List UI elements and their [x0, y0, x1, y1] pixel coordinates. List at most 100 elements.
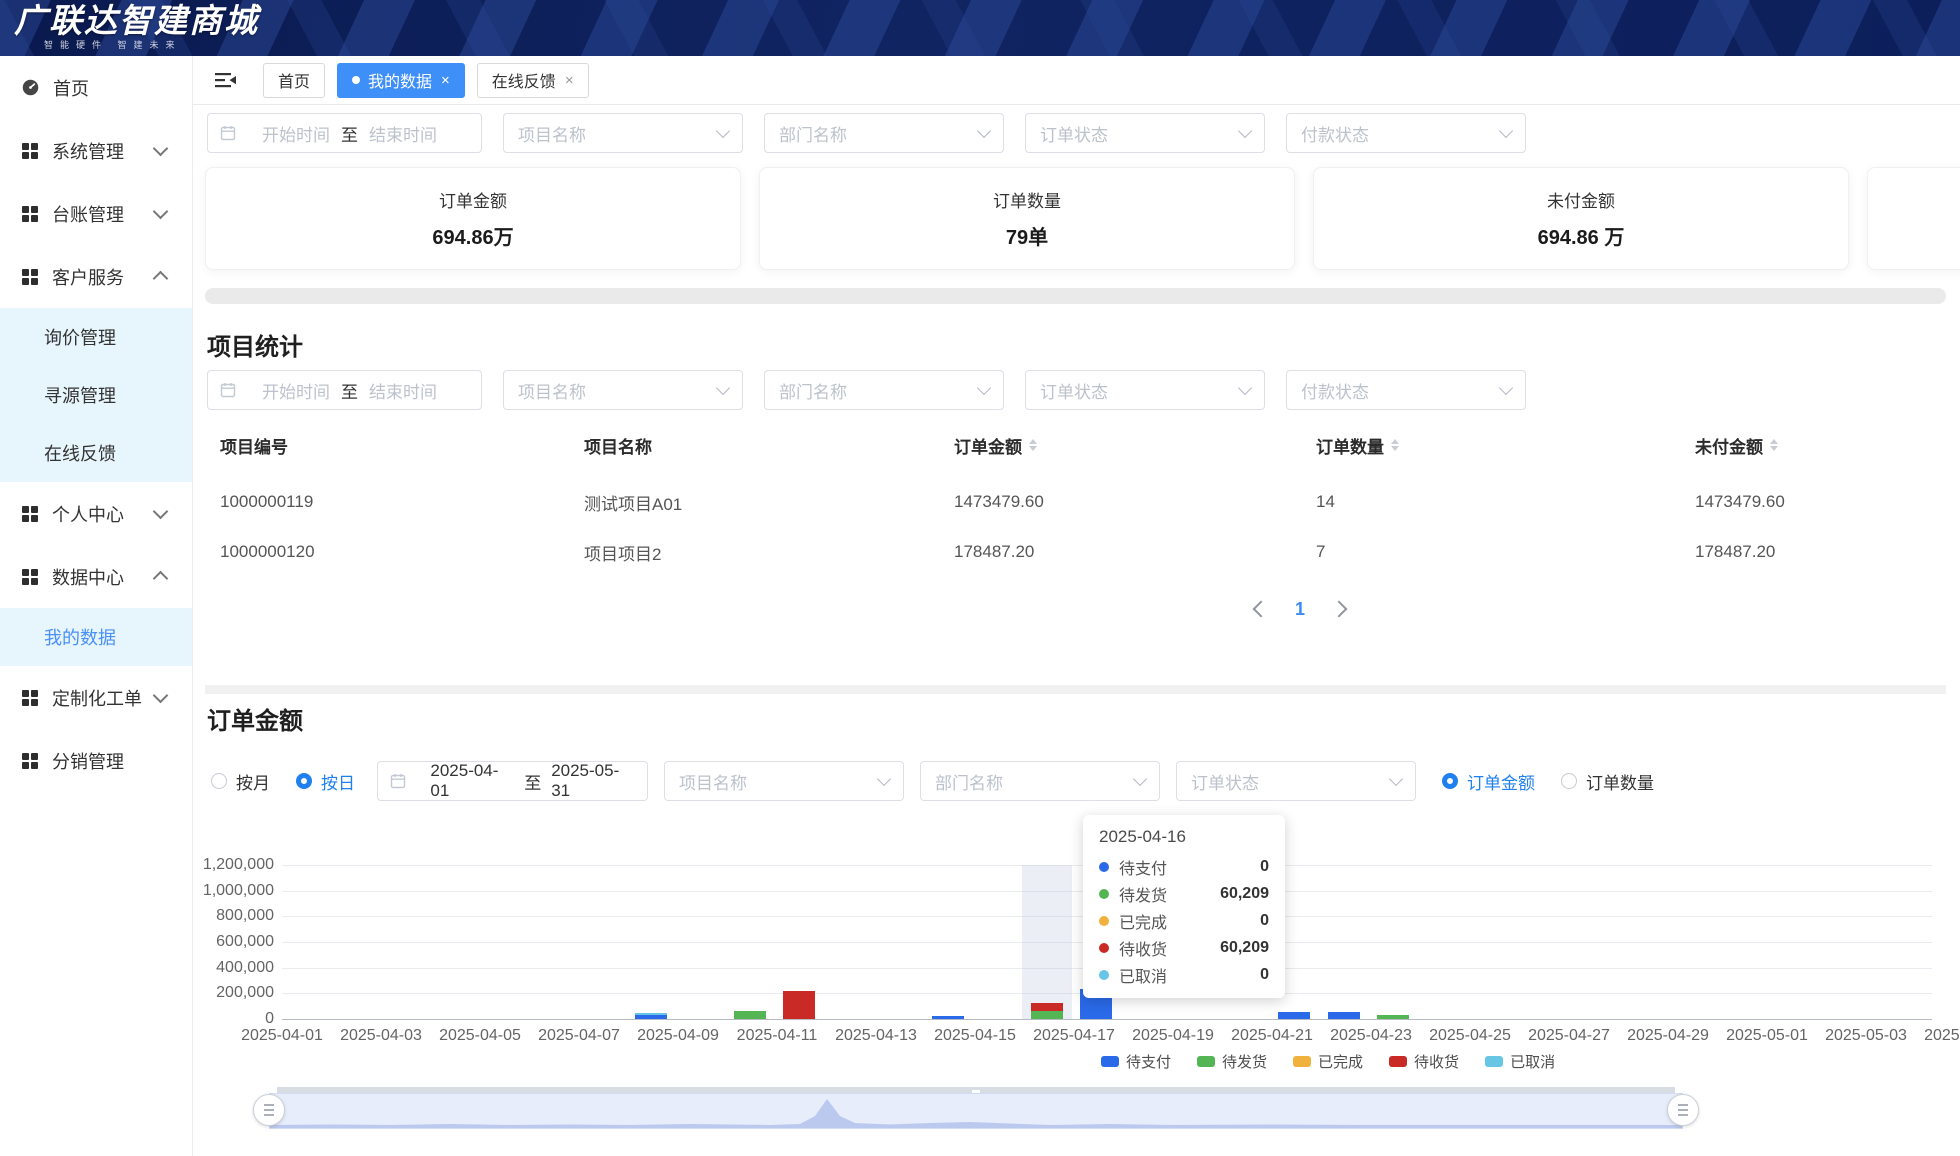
date-range-input[interactable]: 开始时间至结束时间: [207, 370, 482, 410]
select-项目名称[interactable]: 项目名称: [503, 113, 743, 153]
chart-bar-2025-04-22[interactable]: [1328, 811, 1360, 1019]
select-付款状态[interactable]: 付款状态: [1286, 370, 1526, 410]
sort-carets-icon[interactable]: [1029, 439, 1037, 451]
legend-item-已完成[interactable]: 已完成: [1293, 1051, 1363, 1072]
legend-marker-icon: [1389, 1056, 1407, 1067]
sidebar-item-数据中心[interactable]: 数据中心: [0, 545, 192, 608]
sidebar-item-询价管理[interactable]: 询价管理: [0, 308, 192, 366]
select-订单状态[interactable]: 订单状态: [1176, 761, 1416, 801]
x-axis-label: 2025-04-15: [920, 1027, 1030, 1045]
series-dot-icon: [1099, 943, 1109, 953]
date-range-input[interactable]: 开始时间至结束时间: [207, 113, 482, 153]
grid-icon: [22, 269, 38, 285]
select-项目名称[interactable]: 项目名称: [503, 370, 743, 410]
table-cell: 178487.20: [954, 542, 1316, 562]
radio-icon: [1561, 773, 1577, 789]
select-订单状态[interactable]: 订单状态: [1025, 370, 1265, 410]
tooltip-row: 待支付0: [1099, 853, 1269, 880]
tab-在线反馈[interactable]: 在线反馈×: [477, 63, 589, 98]
sidebar-item-在线反馈[interactable]: 在线反馈: [0, 424, 192, 482]
chart-bar-2025-04-08[interactable]: [635, 811, 667, 1019]
tab-首页[interactable]: 首页: [263, 63, 325, 98]
datazoom-selected-range[interactable]: [269, 1093, 1683, 1129]
sidebar-item-个人中心[interactable]: 个人中心: [0, 482, 192, 545]
radio-metric-count[interactable]: 订单数量: [1561, 769, 1654, 794]
select-付款状态[interactable]: 付款状态: [1286, 113, 1526, 153]
bar-segment-待支付: [1328, 1012, 1360, 1019]
select-placeholder: 订单状态: [1191, 769, 1259, 794]
sidebar-item-台账管理[interactable]: 台账管理: [0, 182, 192, 245]
sidebar-item-系统管理[interactable]: 系统管理: [0, 119, 192, 182]
sidebar-item-首页[interactable]: 首页: [0, 56, 192, 119]
sort-carets-icon[interactable]: [1770, 439, 1778, 451]
datazoom-right-handle[interactable]: [1667, 1094, 1699, 1126]
date-separator: 至: [524, 769, 541, 794]
legend-label: 待发货: [1222, 1051, 1267, 1072]
chart-bar-2025-04-14[interactable]: [932, 811, 964, 1019]
tooltip-value: 60,209: [1220, 885, 1269, 903]
select-placeholder: 付款状态: [1301, 121, 1369, 146]
y-axis-label: 200,000: [193, 983, 274, 1003]
gridline: [282, 1019, 1932, 1020]
bar-segment-待发货: [1377, 1015, 1409, 1019]
sidebar-item-寻源管理[interactable]: 寻源管理: [0, 366, 192, 424]
select-部门名称[interactable]: 部门名称: [920, 761, 1160, 801]
chevron-down-icon: [1133, 772, 1147, 786]
chart-bar-2025-04-11[interactable]: [783, 811, 815, 1019]
current-page[interactable]: 1: [1295, 599, 1305, 620]
datazoom-left-handle[interactable]: [253, 1094, 285, 1126]
project-stats-table: 项目编号项目名称订单金额订单数量未付金额 1000000119测试项目A0114…: [220, 430, 1960, 577]
sidebar-item-我的数据[interactable]: 我的数据: [0, 608, 192, 666]
chevron-down-icon: [1238, 124, 1252, 138]
x-axis-label: 2025-04-21: [1217, 1027, 1327, 1045]
select-placeholder: 项目名称: [679, 769, 747, 794]
chevron-down-icon: [877, 772, 891, 786]
sidebar-item-定制化工单[interactable]: 定制化工单: [0, 666, 192, 729]
select-部门名称[interactable]: 部门名称: [764, 113, 1004, 153]
close-icon[interactable]: ×: [565, 73, 574, 88]
chart-date-range-input[interactable]: 2025-04-01至2025-05-31: [377, 761, 648, 801]
legend-label: 已取消: [1510, 1051, 1555, 1072]
collapse-sidebar-icon[interactable]: [215, 71, 237, 89]
sidebar-item-label: 分销管理: [52, 748, 124, 774]
close-icon[interactable]: ×: [441, 73, 450, 88]
legend-item-待收货[interactable]: 待收货: [1389, 1051, 1459, 1072]
next-page-icon[interactable]: [1331, 601, 1348, 618]
sidebar-item-客户服务[interactable]: 客户服务: [0, 245, 192, 308]
y-axis-label: 1,200,000: [193, 855, 274, 875]
table-header-row: 项目编号项目名称订单金额订单数量未付金额: [220, 430, 1960, 460]
legend-item-已取消[interactable]: 已取消: [1485, 1051, 1555, 1072]
sort-carets-icon[interactable]: [1391, 439, 1399, 451]
grid-icon: [22, 569, 38, 585]
legend-item-待发货[interactable]: 待发货: [1197, 1051, 1267, 1072]
select-订单状态[interactable]: 订单状态: [1025, 113, 1265, 153]
series-dot-icon: [1099, 970, 1109, 980]
tooltip-value: 0: [1260, 966, 1269, 984]
legend-marker-icon: [1101, 1056, 1119, 1067]
radio-metric-amount[interactable]: 订单金额: [1442, 769, 1535, 794]
tab-label: 我的数据: [368, 68, 432, 92]
select-项目名称[interactable]: 项目名称: [664, 761, 904, 801]
chart-bar-2025-04-16[interactable]: [1031, 811, 1063, 1019]
legend-item-待支付[interactable]: 待支付: [1101, 1051, 1171, 1072]
x-axis-label: 2025-04-01: [227, 1027, 337, 1045]
x-axis-label: 2025-04-07: [524, 1027, 634, 1045]
tooltip-row: 已完成0: [1099, 907, 1269, 934]
x-axis-label: 2025-04-29: [1613, 1027, 1723, 1045]
sidebar-item-分销管理[interactable]: 分销管理: [0, 729, 192, 792]
prev-page-icon[interactable]: [1253, 601, 1270, 618]
select-部门名称[interactable]: 部门名称: [764, 370, 1004, 410]
chart-bar-2025-04-10[interactable]: [734, 811, 766, 1019]
radio-by-month[interactable]: 按月: [211, 769, 270, 794]
horizontal-scrollbar[interactable]: [205, 288, 1946, 304]
radio-by-day[interactable]: 按日: [296, 769, 355, 794]
x-axis-label: 2025-04-09: [623, 1027, 733, 1045]
radio-label: 按月: [236, 769, 270, 794]
chart-bar-2025-04-23[interactable]: [1377, 811, 1409, 1019]
stat-card-value: 694.86万: [432, 221, 513, 250]
bar-segment-待发货: [734, 1011, 766, 1019]
x-axis-label: 2025-05-03: [1811, 1027, 1921, 1045]
grid-icon: [22, 143, 38, 159]
column-header-未付金额: 未付金额: [1695, 433, 1960, 458]
tab-我的数据[interactable]: 我的数据 ×: [337, 63, 465, 98]
